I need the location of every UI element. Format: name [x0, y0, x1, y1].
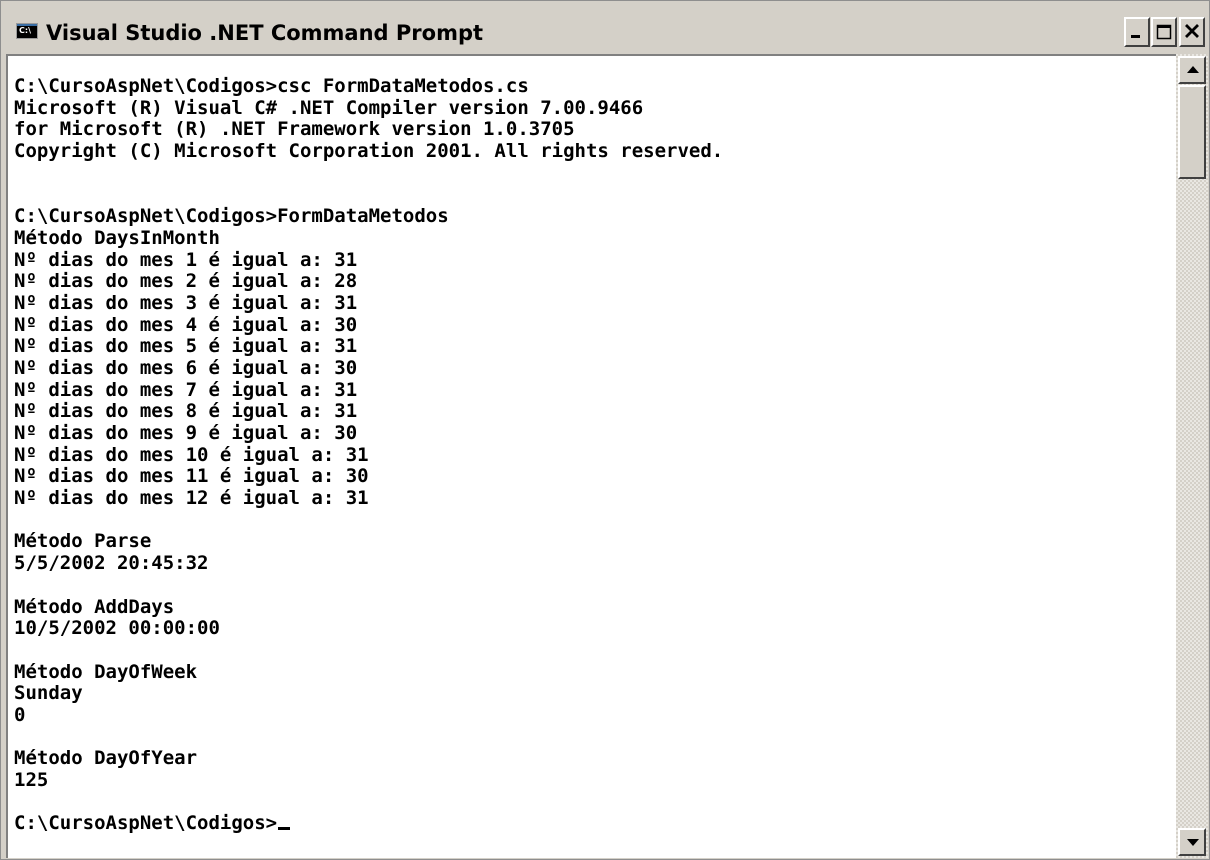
console-line: Nº dias do mes 2 é igual a: 28 [14, 270, 358, 293]
maximize-icon [1156, 24, 1172, 40]
console-line: Método DaysInMonth [14, 226, 220, 249]
close-button[interactable] [1179, 17, 1205, 47]
console-line: Nº dias do mes 10 é igual a: 31 [14, 443, 369, 466]
console-line: Nº dias do mes 3 é igual a: 31 [14, 291, 358, 314]
title-bar[interactable]: C:\ Visual Studio .NET Command Prompt [2, 2, 1208, 54]
console-line: 0 [14, 703, 26, 726]
console-line: Copyright (C) Microsoft Corporation 2001… [14, 140, 724, 163]
close-icon [1185, 24, 1199, 38]
console-icon[interactable]: C:\ [16, 23, 38, 39]
console-icon-label: C:\ [19, 26, 31, 35]
console-lines: C:\CursoAspNet\Codigos>csc FormDataMetod… [14, 75, 1164, 835]
console-line: Método Parse [14, 530, 152, 553]
console-line: Método DayOfWeek [14, 660, 198, 683]
minimize-button[interactable] [1124, 17, 1150, 47]
console-line: Nº dias do mes 7 é igual a: 31 [14, 378, 358, 401]
console-line: Nº dias do mes 4 é igual a: 30 [14, 313, 358, 336]
prompt-text: C:\CursoAspNet\Codigos> [14, 812, 278, 835]
console-line: 125 [14, 769, 49, 791]
console-line: for Microsoft (R) .NET Framework version… [14, 118, 575, 141]
window-title: Visual Studio .NET Command Prompt [46, 21, 484, 45]
text-cursor [278, 827, 291, 831]
console-line: 10/5/2002 00:00:00 [14, 617, 220, 640]
scroll-down-button[interactable] [1178, 828, 1206, 856]
console-line: Nº dias do mes 11 é igual a: 30 [14, 465, 369, 488]
console-line: Método AddDays [14, 595, 175, 618]
console-line: Nº dias do mes 1 é igual a: 31 [14, 248, 358, 271]
console-line: Nº dias do mes 5 é igual a: 31 [14, 335, 358, 358]
scroll-up-button[interactable] [1178, 56, 1206, 84]
console-line: Método DayOfYear [14, 747, 198, 770]
console-line: Nº dias do mes 6 é igual a: 30 [14, 356, 358, 379]
maximize-button[interactable] [1151, 17, 1177, 47]
console-line: 5/5/2002 20:45:32 [14, 552, 209, 575]
scroll-thumb[interactable] [1178, 85, 1206, 179]
console-output-area[interactable]: C:\CursoAspNet\Codigos>csc FormDataMetod… [6, 54, 1176, 858]
console-line: C:\CursoAspNet\Codigos>FormDataMetodos [14, 205, 449, 228]
scroll-up-arrow-icon [1187, 66, 1199, 73]
console-line: Nº dias do mes 8 é igual a: 31 [14, 400, 358, 423]
command-prompt-window: C:\ Visual Studio .NET Command Prompt C:… [0, 0, 1210, 860]
console-line: Microsoft (R) Visual C# .NET Compiler ve… [14, 96, 644, 119]
console-line: Sunday [14, 682, 83, 705]
vertical-scrollbar[interactable] [1176, 54, 1208, 858]
scroll-down-arrow-icon [1187, 839, 1199, 846]
console-line: Nº dias do mes 12 é igual a: 31 [14, 487, 369, 510]
minimize-icon [1131, 35, 1140, 38]
console-line: C:\CursoAspNet\Codigos>csc FormDataMetod… [14, 75, 529, 97]
command-prompt-line: C:\CursoAspNet\Codigos> [14, 813, 1164, 835]
caption-buttons [1124, 17, 1208, 49]
console-line: Nº dias do mes 9 é igual a: 30 [14, 422, 358, 444]
